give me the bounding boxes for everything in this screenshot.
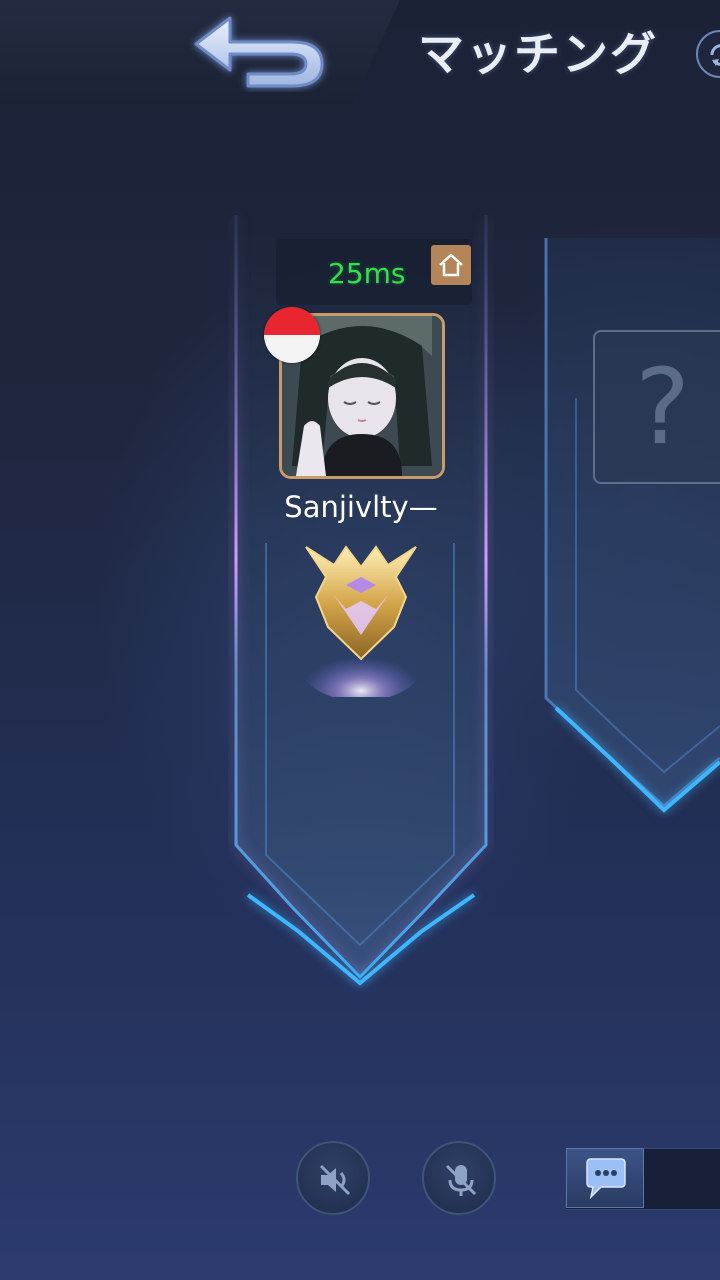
- unknown-player-avatar: ?: [593, 330, 720, 484]
- player-name: Sanjivlty—: [284, 490, 438, 524]
- mythic-rank-emblem-icon: [301, 545, 421, 697]
- mic-muted-icon: [445, 1164, 477, 1196]
- question-mark: ?: [635, 346, 691, 468]
- home-glyph-icon: [439, 253, 463, 277]
- mic-mute-button[interactable]: [422, 1141, 496, 1215]
- speaker-mute-button[interactable]: [296, 1141, 370, 1215]
- top-bar: マッチング: [0, 0, 720, 108]
- flag-indonesia-icon: [264, 307, 320, 363]
- page-title: マッチング: [418, 27, 658, 81]
- back-arrow-icon: [194, 16, 324, 88]
- speaker-muted-icon: [319, 1164, 351, 1196]
- refresh-icon: [710, 44, 720, 66]
- home-icon[interactable]: [431, 245, 471, 285]
- chat-bubble-icon: [586, 1158, 626, 1200]
- back-button[interactable]: [186, 12, 332, 92]
- refresh-button[interactable]: [696, 30, 720, 78]
- player-card[interactable]: 25ms Sanjivlty—: [228, 205, 494, 995]
- chat-button[interactable]: [566, 1148, 644, 1208]
- ping-value: 25ms: [328, 257, 406, 290]
- empty-slot-frame: [544, 238, 720, 813]
- empty-player-slot[interactable]: ?: [540, 238, 720, 818]
